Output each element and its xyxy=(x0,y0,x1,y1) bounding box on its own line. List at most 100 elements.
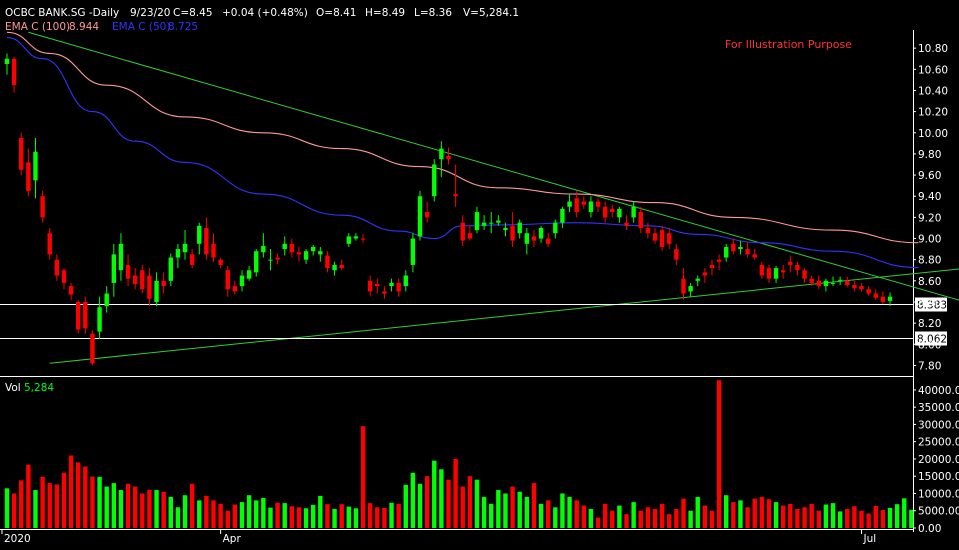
volume-tick-label: 10000.00 xyxy=(918,488,959,500)
volume-bar xyxy=(667,514,672,528)
volume-bar xyxy=(716,380,722,528)
candle-body-down xyxy=(296,252,302,255)
header-open: O=8.41 xyxy=(316,7,356,19)
volume-bar xyxy=(481,496,487,528)
volume-bar xyxy=(261,497,266,528)
candle-body-up xyxy=(389,282,394,287)
volume-bar xyxy=(845,509,850,528)
candle-body-up xyxy=(567,201,572,207)
candle-body-up xyxy=(538,227,544,239)
volume-bar xyxy=(496,490,501,528)
volume-bar xyxy=(268,507,273,528)
candle-body-down xyxy=(382,291,387,294)
candle-body-up xyxy=(553,222,558,234)
volume-bar xyxy=(695,496,700,528)
candle-body-up xyxy=(282,243,287,250)
volume-bar xyxy=(652,509,658,528)
price-tick-label: 8.40 xyxy=(918,297,941,309)
volume-bar xyxy=(538,503,544,528)
header-change: +0.04 (+0.48%) xyxy=(222,7,308,19)
header-low: L=8.36 xyxy=(414,7,452,19)
volume-bar xyxy=(859,510,864,528)
candle-body-down xyxy=(581,201,587,205)
volume-bar xyxy=(795,509,800,528)
candle-body-up xyxy=(111,254,117,283)
volume-tick-label: 30000.00 xyxy=(918,419,959,431)
volume-bar xyxy=(204,495,209,528)
volume-bar xyxy=(560,493,565,528)
volume-bar xyxy=(225,510,230,528)
volume-tick-label: 0.00 xyxy=(918,523,941,535)
volume-bar xyxy=(232,504,238,528)
volume-bar xyxy=(140,493,145,528)
candle-body-up xyxy=(588,201,594,213)
volume-bar xyxy=(197,500,202,528)
candle-body-up xyxy=(417,196,423,237)
volume-bar xyxy=(602,503,608,528)
volume-bar xyxy=(489,503,494,528)
candle-body-up xyxy=(33,151,38,181)
candle-body-down xyxy=(460,222,465,241)
volume-bar xyxy=(111,483,117,528)
candle-body-up xyxy=(353,236,359,239)
volume-legend-value: 5,284 xyxy=(24,382,54,394)
volume-bar xyxy=(773,502,779,528)
candle-body-down xyxy=(26,162,31,191)
candle-body-down xyxy=(545,238,551,244)
volume-bar xyxy=(382,507,387,528)
stock-chart[interactable]: OCBC BANK.SG -Daily 9/23/20 C=8.45 +0.04… xyxy=(0,0,959,546)
candle-body-up xyxy=(97,307,102,332)
candle-body-up xyxy=(346,236,352,244)
volume-bar xyxy=(289,506,295,528)
candle-body-down xyxy=(446,156,451,160)
candle-body-down xyxy=(510,225,515,241)
candle-body-down xyxy=(140,270,145,290)
volume-bar xyxy=(617,505,622,528)
candle-body-down xyxy=(667,233,672,244)
volume-bar xyxy=(724,495,729,528)
volume-bar xyxy=(624,514,629,528)
candle-body-down xyxy=(161,280,166,287)
time-tick-label: 2020 xyxy=(4,533,31,545)
candle-body-down xyxy=(809,278,814,283)
candle-body-down xyxy=(453,194,458,197)
candle-body-down xyxy=(745,249,750,255)
volume-bar xyxy=(132,486,138,528)
candle-body-down xyxy=(19,138,24,170)
candle-body-down xyxy=(68,286,74,295)
price-tick-label: 10.20 xyxy=(918,107,948,119)
candle-body-down xyxy=(289,243,295,253)
volume-tick-label: 20000.00 xyxy=(918,454,959,466)
volume-bar xyxy=(816,510,821,528)
candle-body-down xyxy=(90,333,95,364)
candle-body-up xyxy=(830,282,836,284)
candle-body-down xyxy=(610,208,615,213)
candle-body-down xyxy=(702,272,708,276)
candle-body-down xyxy=(132,275,138,284)
candle xyxy=(76,299,81,334)
candle-body-down xyxy=(638,212,643,228)
candle-body-up xyxy=(617,208,622,218)
candle-body-down xyxy=(709,264,715,269)
candle-body-up xyxy=(560,208,565,223)
candle-body-up xyxy=(481,222,487,226)
candle xyxy=(432,159,437,202)
candle-body-down xyxy=(211,243,216,258)
candle-body-down xyxy=(595,201,601,207)
candle-body-up xyxy=(823,280,829,287)
volume-bar xyxy=(745,507,750,528)
candle-body-down xyxy=(659,230,665,247)
candle-body-down xyxy=(788,261,793,265)
candle-body-up xyxy=(332,264,337,271)
candle-body-up xyxy=(410,238,416,265)
volume-bar xyxy=(731,502,736,528)
candle-body-up xyxy=(197,225,202,244)
candle-body-down xyxy=(47,233,52,255)
volume-bar xyxy=(467,476,473,528)
candle-body-up xyxy=(303,251,309,260)
candle-body-up xyxy=(474,212,480,231)
volume-legend-label: Vol xyxy=(5,382,21,394)
candle-body-up xyxy=(517,222,522,234)
candle-body-up xyxy=(118,243,124,271)
candle-body-down xyxy=(360,238,366,240)
